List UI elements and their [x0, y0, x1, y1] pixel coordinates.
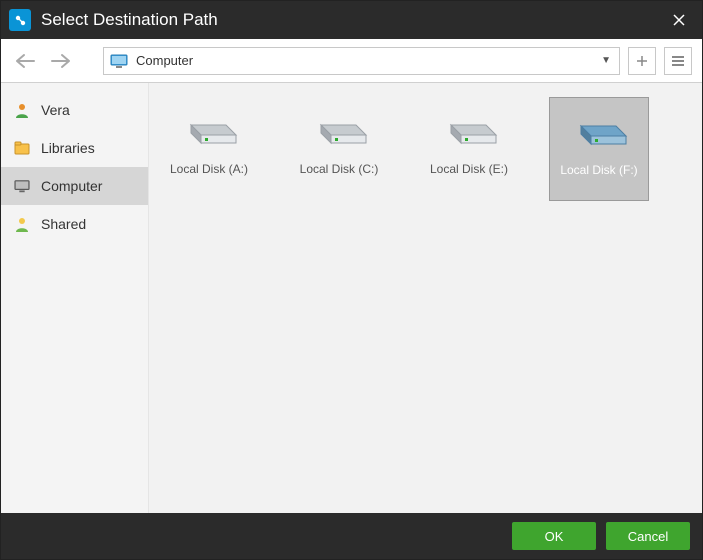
- sidebar-item-label: Computer: [41, 178, 102, 194]
- content-area: Local Disk (A:) Local Disk (C:): [149, 83, 702, 513]
- close-button[interactable]: [656, 1, 702, 39]
- sidebar-item-label: Shared: [41, 216, 86, 232]
- location-dropdown-icon[interactable]: ▼: [599, 55, 613, 66]
- drive-icon: [570, 104, 628, 149]
- sidebar-item-libraries[interactable]: Libraries: [1, 129, 148, 167]
- location-text: Computer: [136, 53, 591, 68]
- sidebar: Vera Libraries Computer Shared: [1, 83, 149, 513]
- toolbar: Computer ▼: [1, 39, 702, 83]
- drive-item[interactable]: Local Disk (A:): [159, 97, 259, 201]
- computer-icon: [110, 54, 128, 68]
- drive-label: Local Disk (C:): [300, 162, 379, 176]
- drive-label: Local Disk (A:): [170, 162, 248, 176]
- sidebar-item-vera[interactable]: Vera: [1, 91, 148, 129]
- sidebar-item-computer[interactable]: Computer: [1, 167, 148, 205]
- sidebar-item-label: Vera: [41, 102, 70, 118]
- footer: OK Cancel: [1, 513, 702, 559]
- location-bar[interactable]: Computer ▼: [103, 47, 620, 75]
- shared-icon: [13, 215, 31, 233]
- drive-label: Local Disk (F:): [560, 163, 637, 177]
- titlebar: Select Destination Path: [1, 1, 702, 39]
- drive-icon: [180, 103, 238, 148]
- back-button[interactable]: [11, 47, 39, 75]
- libraries-icon: [13, 139, 31, 157]
- drive-item[interactable]: Local Disk (E:): [419, 97, 519, 201]
- computer-icon: [13, 177, 31, 195]
- view-list-button[interactable]: [664, 47, 692, 75]
- drive-label: Local Disk (E:): [430, 162, 508, 176]
- window-title: Select Destination Path: [41, 10, 656, 30]
- forward-button[interactable]: [47, 47, 75, 75]
- user-icon: [13, 101, 31, 119]
- cancel-button[interactable]: Cancel: [606, 522, 690, 550]
- sidebar-item-label: Libraries: [41, 140, 95, 156]
- ok-button[interactable]: OK: [512, 522, 596, 550]
- drive-item[interactable]: Local Disk (F:): [549, 97, 649, 201]
- sidebar-item-shared[interactable]: Shared: [1, 205, 148, 243]
- new-folder-button[interactable]: [628, 47, 656, 75]
- drive-icon: [310, 103, 368, 148]
- app-icon: [9, 9, 31, 31]
- drive-item[interactable]: Local Disk (C:): [289, 97, 389, 201]
- drive-icon: [440, 103, 498, 148]
